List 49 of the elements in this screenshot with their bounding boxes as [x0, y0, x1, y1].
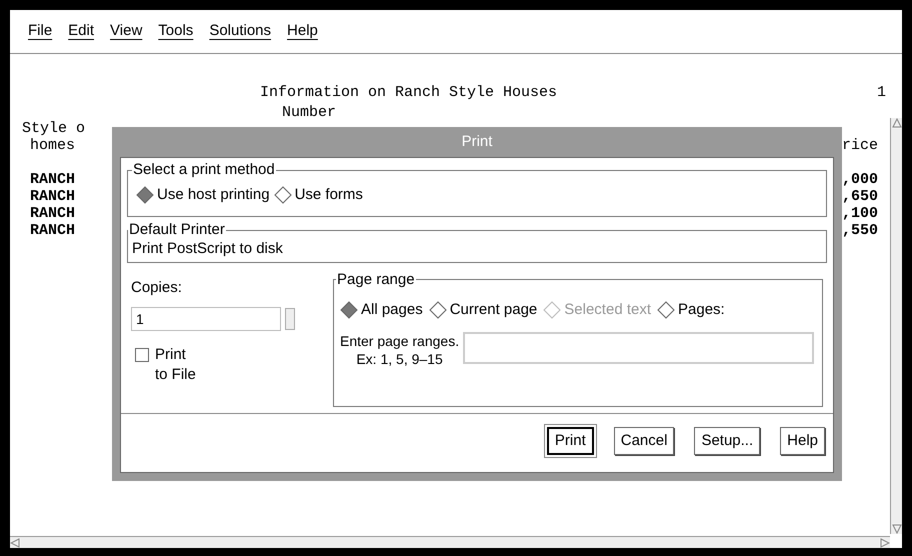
report-text: RANCH: [29, 188, 76, 205]
radio-button[interactable]: Use host printing: [136, 184, 270, 206]
dialog-button[interactable]: Print: [546, 427, 594, 455]
dialog-button[interactable]: Setup...: [694, 427, 760, 455]
menu-item[interactable]: View: [110, 20, 142, 43]
report-text: RANCH: [29, 171, 76, 188]
copies-label: Copies:: [131, 278, 183, 298]
checkbox-label: to File: [155, 365, 196, 385]
copies-field[interactable]: 1: [131, 307, 281, 331]
radio-button[interactable]: Pages:: [657, 299, 725, 322]
report-text: ,650: [842, 188, 878, 205]
report-text: RANCH: [29, 205, 76, 222]
radio-button[interactable]: Use forms: [274, 184, 363, 206]
scroll-down-icon[interactable]: [892, 524, 902, 534]
printer-name: Print PostScript to disk: [132, 240, 284, 258]
menu-item[interactable]: File: [28, 20, 52, 43]
page-ranges-field[interactable]: [463, 332, 814, 364]
checkbox-label: Print: [155, 345, 187, 365]
menu-item[interactable]: Edit: [68, 20, 94, 43]
report-text: Style o: [22, 120, 86, 137]
dialog-title: Print: [462, 132, 492, 152]
group-label: Default Printer: [128, 220, 226, 240]
radio-button[interactable]: All pages: [340, 299, 423, 322]
report-text: ,550: [842, 222, 878, 239]
report-text: ,100: [842, 205, 878, 222]
menu-item[interactable]: Tools: [158, 20, 194, 43]
column-header: Number: [281, 106, 338, 120]
vertical-scrollbar[interactable]: [890, 118, 902, 534]
report-text: homes: [29, 137, 76, 154]
page-number: 1: [876, 82, 886, 103]
menu-item[interactable]: Solutions: [209, 20, 272, 43]
horizontal-scrollbar[interactable]: [10, 536, 890, 548]
report-text: rice: [842, 137, 878, 154]
report-title: Information on Ranch Style Houses: [260, 83, 558, 103]
checkbox[interactable]: [135, 348, 149, 362]
dialog-button[interactable]: Help: [780, 427, 825, 455]
scroll-left-icon[interactable]: [10, 538, 20, 548]
report-text: ,000: [842, 171, 878, 188]
report-text: RANCH: [29, 222, 76, 239]
hint-text: Ex: 1, 5, 9–15: [356, 350, 443, 368]
dialog-button[interactable]: Cancel: [614, 427, 674, 455]
hint-text: Enter page ranges.: [340, 332, 460, 350]
group-label: Select a print method: [132, 160, 276, 180]
scroll-up-icon[interactable]: [892, 118, 902, 128]
group-label: Page range: [336, 270, 416, 290]
spin-button[interactable]: [285, 308, 295, 330]
radio-button[interactable]: Current page: [428, 299, 538, 322]
menu-item[interactable]: Help: [287, 20, 318, 43]
scroll-right-icon[interactable]: [880, 538, 890, 548]
